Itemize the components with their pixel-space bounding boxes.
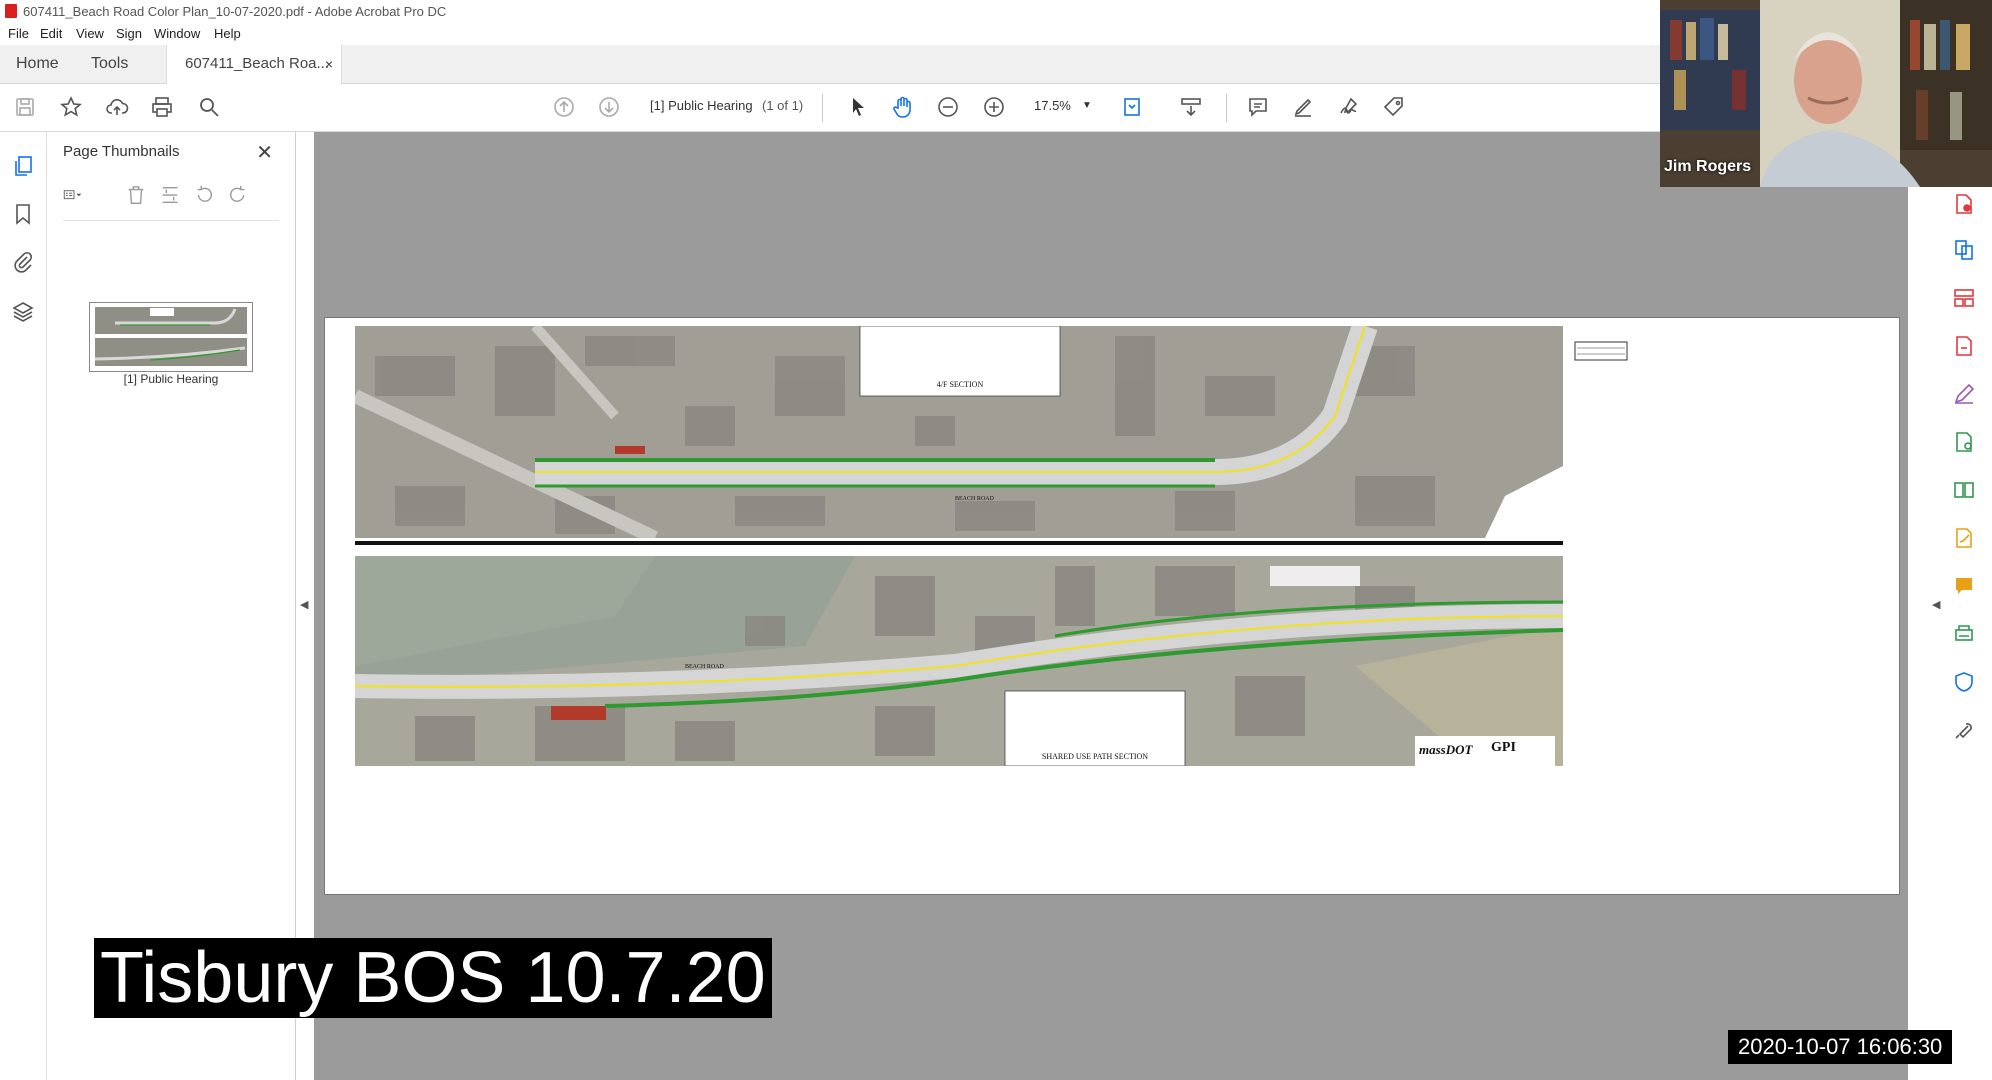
protect-shield-icon[interactable] bbox=[1952, 670, 1976, 694]
aerial-plan-bottom: SHARED USE PATH SECTION BEACH ROAD massD… bbox=[355, 556, 1563, 766]
menu-help[interactable]: Help bbox=[214, 26, 241, 41]
panel-title: Page Thumbnails bbox=[63, 143, 180, 160]
delete-page-icon[interactable] bbox=[125, 184, 147, 206]
rotate-right-icon[interactable] bbox=[227, 184, 249, 206]
pdf-page: 4/F SECTION BEACH ROAD SHARED USE PATH S… bbox=[324, 317, 1900, 895]
more-tools-icon[interactable] bbox=[1952, 718, 1976, 742]
tab-tools[interactable]: Tools bbox=[91, 45, 128, 83]
rotate-left-icon[interactable] bbox=[193, 184, 215, 206]
left-navigation-rail bbox=[0, 132, 47, 1080]
video-timestamp: 2020-10-07 16:06:30 bbox=[1728, 1030, 1953, 1064]
bookmark-star-icon[interactable] bbox=[58, 94, 84, 120]
menu-window[interactable]: Window bbox=[154, 26, 200, 41]
toolbar: [1] Public Hearing (1 of 1) 17.5% ▼ bbox=[0, 84, 1660, 132]
tab-document-label: 607411_Beach Roa... bbox=[185, 55, 330, 72]
tab-document[interactable]: 607411_Beach Roa... × bbox=[166, 45, 342, 84]
gpi-logo: GPI bbox=[1491, 740, 1516, 755]
webcam-feed: Jim Rogers bbox=[1660, 0, 1992, 187]
zoom-out-icon[interactable] bbox=[935, 94, 961, 120]
expand-tools-arrow-icon[interactable]: ◀ bbox=[1932, 598, 1940, 611]
save-icon[interactable] bbox=[12, 94, 38, 120]
zoom-dropdown-chevron-icon[interactable]: ▼ bbox=[1082, 100, 1092, 111]
attachments-paperclip-icon[interactable] bbox=[11, 250, 35, 274]
sheet-divider bbox=[355, 541, 1563, 545]
page-number-input[interactable]: [1] Public Hearing bbox=[650, 98, 753, 113]
page-thumbnail[interactable] bbox=[89, 302, 253, 372]
previous-page-icon[interactable] bbox=[551, 94, 577, 120]
hand-tool-icon[interactable] bbox=[890, 94, 916, 120]
menu-file[interactable]: File bbox=[8, 26, 29, 41]
tab-home[interactable]: Home bbox=[16, 45, 59, 83]
legend-box bbox=[1574, 341, 1628, 361]
acrobat-icon bbox=[5, 4, 17, 18]
participant-name: Jim Rogers bbox=[1664, 158, 1752, 175]
extract-page-icon[interactable] bbox=[159, 184, 181, 206]
zoom-level-field[interactable]: 17.5% bbox=[1034, 98, 1071, 113]
zoom-in-icon[interactable] bbox=[981, 94, 1007, 120]
export-pdf-icon[interactable] bbox=[1952, 334, 1976, 358]
page-count: (1 of 1) bbox=[762, 98, 804, 113]
massdot-logo: massDOT bbox=[1419, 742, 1473, 757]
organize-pages-icon[interactable] bbox=[1952, 286, 1976, 310]
page-thumbnails-icon[interactable] bbox=[11, 154, 35, 178]
comment-tool-icon[interactable] bbox=[1952, 574, 1976, 598]
fit-page-icon[interactable] bbox=[1120, 94, 1146, 120]
video-caption: Tisbury BOS 10.7.20 bbox=[94, 938, 772, 1018]
aerial-map-top bbox=[355, 326, 1563, 538]
section-label-bottom: SHARED USE PATH SECTION bbox=[1041, 752, 1149, 761]
section-label-top: 4/F SECTION bbox=[936, 380, 984, 389]
comment-icon[interactable] bbox=[1245, 94, 1271, 120]
toolbar-divider bbox=[1226, 94, 1227, 122]
close-tab-icon[interactable]: × bbox=[325, 45, 333, 83]
send-for-review-icon[interactable] bbox=[1952, 430, 1976, 454]
toolbar-divider bbox=[822, 94, 823, 122]
panel-divider bbox=[63, 220, 279, 221]
thumbnail-options-icon[interactable] bbox=[63, 184, 99, 206]
right-tools-rail: ◀ bbox=[1908, 132, 1992, 1080]
road-label-top: BEACH ROAD bbox=[955, 496, 994, 502]
highlight-pen-icon[interactable] bbox=[1290, 94, 1316, 120]
aerial-map-bottom bbox=[355, 556, 1563, 766]
menu-view[interactable]: View bbox=[76, 26, 104, 41]
select-cursor-icon[interactable] bbox=[845, 94, 871, 120]
create-pdf-icon[interactable] bbox=[1952, 192, 1976, 216]
collapse-panel-arrow-icon[interactable]: ◀ bbox=[300, 598, 308, 611]
thumbnail-page-label: [1] Public Hearing bbox=[123, 372, 219, 386]
sign-icon[interactable] bbox=[1336, 94, 1362, 120]
aerial-plan-top: 4/F SECTION BEACH ROAD bbox=[355, 326, 1563, 538]
edit-pdf-icon[interactable] bbox=[1952, 382, 1976, 406]
tab-bar: Home Tools 607411_Beach Roa... × bbox=[0, 45, 1660, 84]
upload-cloud-icon[interactable] bbox=[104, 94, 130, 120]
menu-sign[interactable]: Sign bbox=[116, 26, 142, 41]
close-panel-icon[interactable]: ✕ bbox=[256, 140, 273, 165]
scroll-mode-icon[interactable] bbox=[1178, 94, 1204, 120]
menu-edit[interactable]: Edit bbox=[40, 26, 62, 41]
road-label-bottom: BEACH ROAD bbox=[685, 664, 724, 670]
bookmarks-icon[interactable] bbox=[11, 202, 35, 226]
layers-icon[interactable] bbox=[11, 300, 35, 324]
title-block bbox=[1563, 326, 1641, 538]
stamp-tag-icon[interactable] bbox=[1381, 94, 1407, 120]
compare-files-icon[interactable] bbox=[1952, 478, 1976, 502]
scan-ocr-icon[interactable] bbox=[1952, 622, 1976, 646]
print-icon[interactable] bbox=[149, 94, 175, 120]
fill-and-sign-icon[interactable] bbox=[1952, 526, 1976, 550]
thumbnail-image bbox=[90, 303, 252, 371]
next-page-icon[interactable] bbox=[596, 94, 622, 120]
combine-files-icon[interactable] bbox=[1952, 238, 1976, 262]
window-title: 607411_Beach Road Color Plan_10-07-2020.… bbox=[23, 4, 447, 19]
zoom-search-icon[interactable] bbox=[196, 94, 222, 120]
